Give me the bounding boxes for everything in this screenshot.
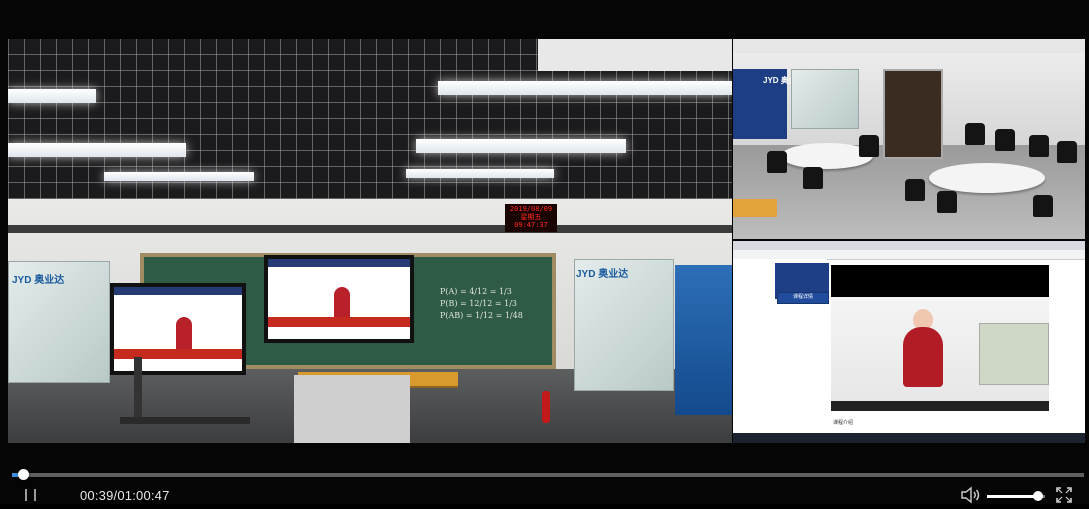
- chair: [1033, 195, 1053, 217]
- embedded-video-pip: [979, 323, 1049, 385]
- fullscreen-button[interactable]: [1055, 486, 1073, 504]
- presenter-body: [903, 327, 943, 387]
- smart-board-screen: [264, 255, 414, 343]
- seek-handle[interactable]: [18, 469, 29, 480]
- ceiling-light: [438, 81, 732, 95]
- led-day: 星期五: [520, 213, 542, 221]
- seek-bar[interactable]: [12, 473, 1084, 477]
- chalk-line: P(B) = 12/12 = 1/3: [440, 299, 518, 308]
- browser-tab-bar: [733, 241, 1085, 250]
- course-detail-label: 课程详情: [792, 294, 813, 300]
- glass-panel: [791, 69, 859, 129]
- brand-logo: JYD 奥业达: [12, 275, 65, 286]
- presenter-image: [176, 317, 192, 353]
- volume-handle[interactable]: [1033, 491, 1043, 501]
- chair: [937, 191, 957, 213]
- secondary-camera-frame[interactable]: JYD 奥业达: [733, 39, 1085, 239]
- tv-cart-base: [120, 417, 250, 424]
- ceiling-light: [406, 169, 554, 178]
- fullscreen-icon: [1056, 487, 1072, 503]
- chalk-line: P(A) = 4/12 = 1/3: [440, 287, 512, 296]
- orange-desk: [733, 199, 777, 217]
- embedded-video-top: [831, 265, 1049, 297]
- fire-extinguisher: [542, 391, 550, 423]
- chair: [859, 135, 879, 157]
- chair: [1057, 141, 1077, 163]
- ceiling-light: [416, 139, 626, 153]
- podium: [294, 375, 410, 443]
- chair: [995, 129, 1015, 151]
- round-desk: [929, 163, 1045, 193]
- screen-capture-frame[interactable]: 课程详情 课程介绍: [733, 241, 1085, 443]
- course-section-label: 课程介绍: [833, 420, 854, 426]
- course-detail-button[interactable]: 课程详情: [777, 292, 829, 304]
- pause-button[interactable]: [21, 487, 41, 503]
- interactive-side-screen: [675, 265, 732, 415]
- doorway: [883, 69, 943, 159]
- time-display: 00:39/01:00:47: [80, 488, 170, 503]
- video-player: JYD 奥业达 JYD 奥业达 2019/08/09 星期五 09:47:37 …: [0, 0, 1089, 504]
- led-clock-display: 2019/08/09 星期五 09:47:37: [505, 204, 557, 232]
- volume-slider-fill: [987, 495, 1038, 498]
- ceiling-light: [8, 143, 186, 157]
- main-video-frame[interactable]: JYD 奥业达 JYD 奥业达 2019/08/09 星期五 09:47:37 …: [8, 39, 732, 443]
- brand-logo: JYD 奥业达: [576, 269, 629, 280]
- chair: [1029, 135, 1049, 157]
- chair: [803, 167, 823, 189]
- led-date: 2019/08/09: [509, 205, 553, 213]
- chair: [767, 151, 787, 173]
- embedded-video-controls: [831, 401, 1049, 411]
- chair: [905, 179, 925, 201]
- chalkboard-writing: P(A) = 4/12 = 1/3 P(B) = 12/12 = 1/3 P(A…: [440, 286, 548, 322]
- os-taskbar: [733, 433, 1085, 443]
- ceiling-fixture: [538, 39, 732, 71]
- chalk-line: P(AB) = 1/12 = 1/48: [440, 311, 523, 320]
- volume-button[interactable]: [960, 486, 982, 504]
- ceiling-light: [104, 172, 254, 181]
- chair: [965, 123, 985, 145]
- mobile-display-screen: [110, 283, 246, 375]
- volume-icon: [961, 486, 980, 504]
- ceiling-light: [8, 89, 96, 103]
- led-time: 09:47:37: [514, 221, 548, 229]
- tv-cart-stand: [134, 357, 142, 419]
- wall-band: [8, 225, 732, 233]
